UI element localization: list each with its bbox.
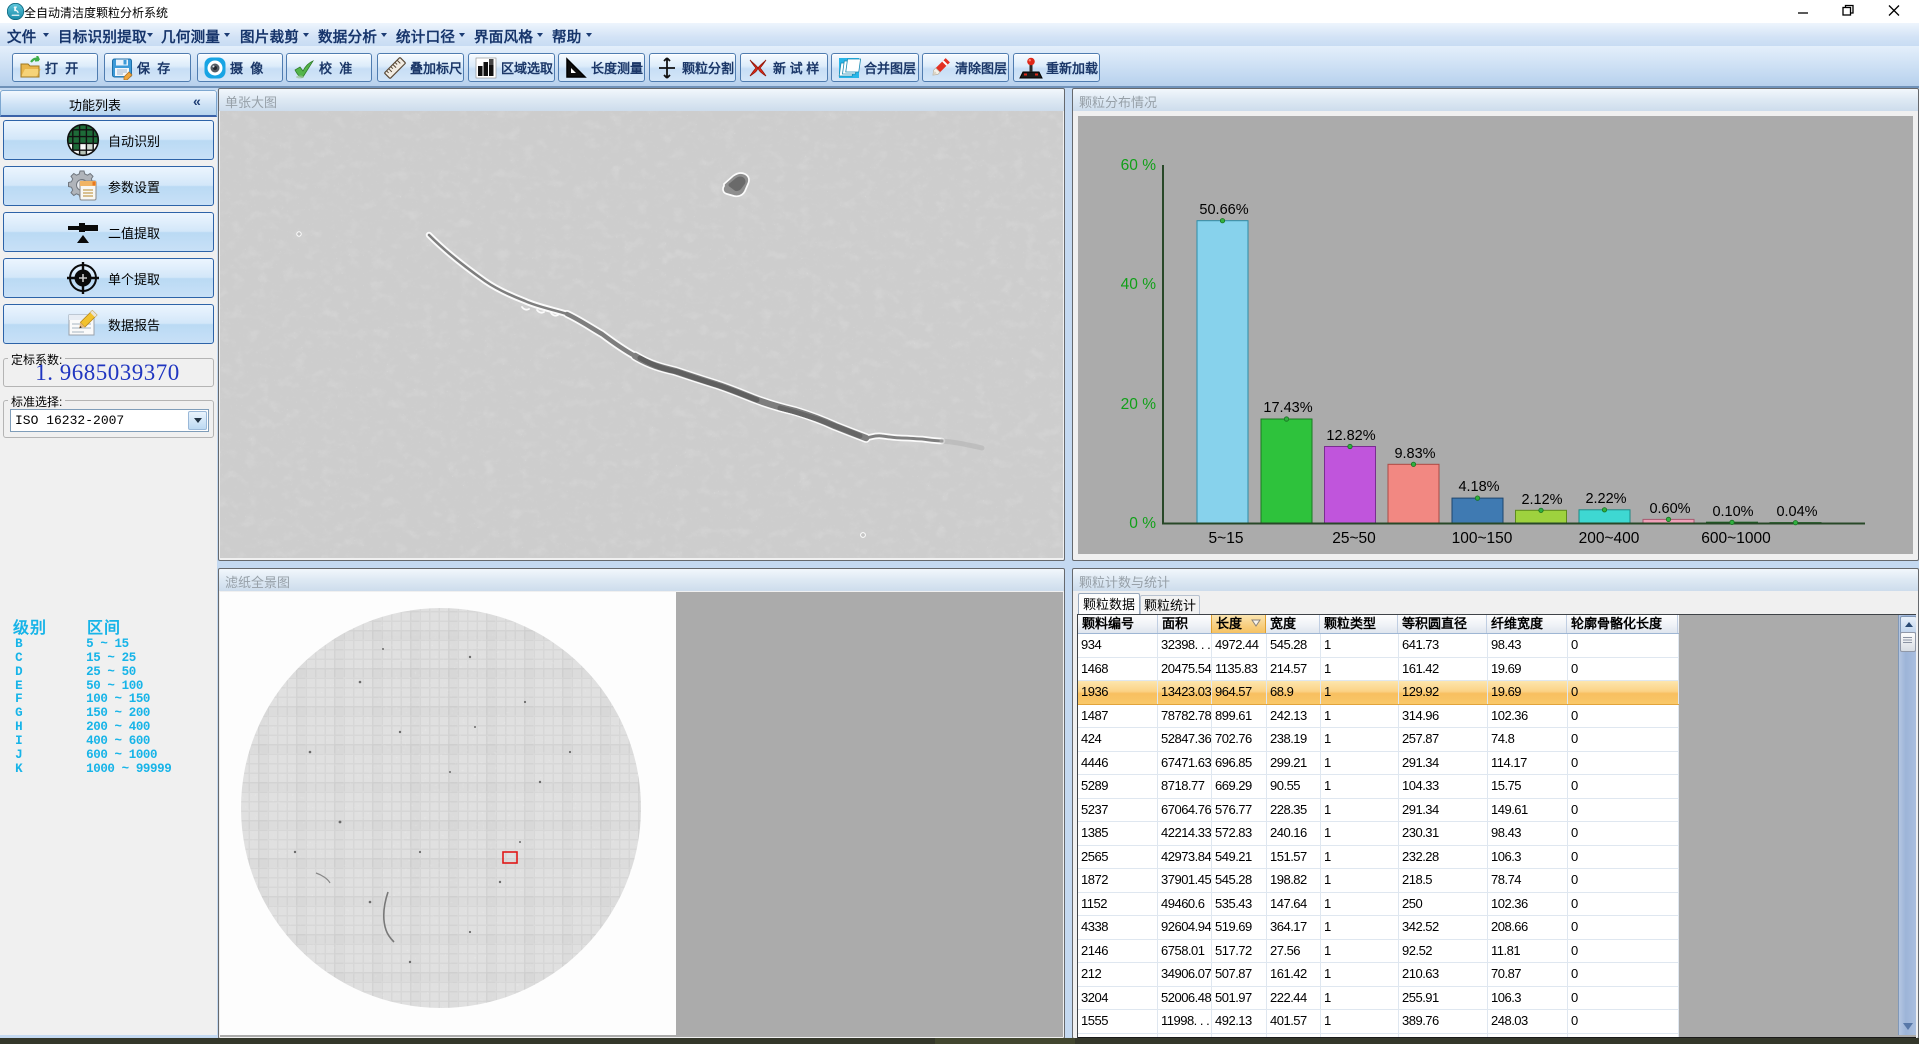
svg-text:0.60%: 0.60% bbox=[1649, 501, 1690, 517]
svg-text:0 %: 0 % bbox=[1129, 515, 1156, 532]
svg-text:0.10%: 0.10% bbox=[1712, 504, 1753, 520]
svg-text:9.83%: 9.83% bbox=[1394, 446, 1435, 462]
svg-text:200~400: 200~400 bbox=[1579, 530, 1640, 547]
svg-text:2.22%: 2.22% bbox=[1585, 491, 1626, 507]
svg-text:5~15: 5~15 bbox=[1209, 530, 1244, 547]
svg-text:40 %: 40 % bbox=[1121, 276, 1157, 293]
svg-text:100~150: 100~150 bbox=[1452, 530, 1513, 547]
svg-text:60 %: 60 % bbox=[1121, 157, 1157, 174]
svg-text:20 %: 20 % bbox=[1121, 396, 1157, 413]
svg-text:4.18%: 4.18% bbox=[1458, 479, 1499, 495]
svg-text:17.43%: 17.43% bbox=[1263, 400, 1312, 416]
svg-text:2.12%: 2.12% bbox=[1521, 492, 1562, 508]
svg-text:0.04%: 0.04% bbox=[1776, 504, 1817, 520]
svg-text:12.82%: 12.82% bbox=[1326, 428, 1375, 444]
svg-text:25~50: 25~50 bbox=[1332, 530, 1376, 547]
svg-text:50.66%: 50.66% bbox=[1199, 202, 1248, 218]
svg-text:600~1000: 600~1000 bbox=[1701, 530, 1771, 547]
